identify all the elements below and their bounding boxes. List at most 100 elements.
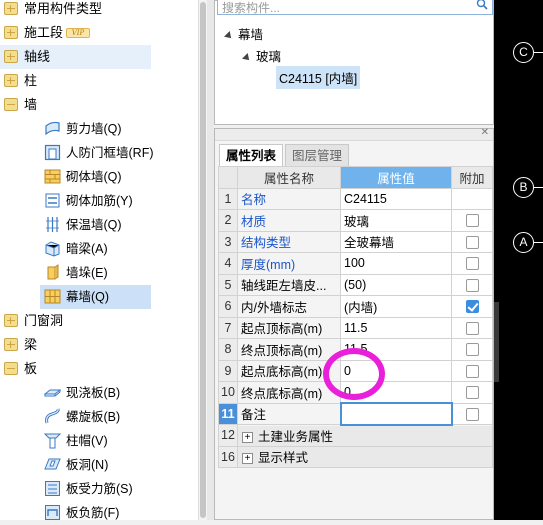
drawing-canvas[interactable]: C B A bbox=[494, 0, 543, 520]
extra-cell[interactable] bbox=[451, 381, 493, 404]
property-value-cell[interactable]: C24115 bbox=[340, 187, 452, 210]
expand-plus-icon[interactable]: + bbox=[242, 432, 253, 444]
extra-cell[interactable] bbox=[451, 230, 493, 253]
axis-marker-c[interactable]: C bbox=[513, 42, 534, 63]
header-extra: 附加 bbox=[451, 166, 493, 189]
tree-item-label: 砌体墙(Q) bbox=[66, 170, 122, 184]
search-icon[interactable] bbox=[476, 0, 488, 10]
tree-item-wall[interactable]: 墙 bbox=[0, 93, 198, 117]
property-value-cell[interactable]: (50) bbox=[340, 273, 452, 296]
civil-defense-door-frame-icon bbox=[44, 144, 61, 161]
extra-cell[interactable] bbox=[451, 295, 493, 318]
tree-item-slab-main-rebar[interactable]: 板受力筋(S) bbox=[0, 477, 198, 501]
tree-item-label: 门窗洞 bbox=[24, 313, 64, 328]
tree-item-axis[interactable]: 轴线 bbox=[0, 45, 151, 69]
tree-item-masonry-rebar[interactable]: 砌体加筋(Y) bbox=[0, 189, 198, 213]
extra-checkbox[interactable] bbox=[465, 235, 479, 249]
property-value-cell[interactable]: 100 bbox=[340, 252, 452, 275]
extra-checkbox[interactable] bbox=[465, 321, 479, 335]
extra-cell[interactable] bbox=[451, 187, 493, 210]
tree-node-glass[interactable]: 玻璃 bbox=[242, 46, 281, 65]
property-value-cell[interactable]: 玻璃 bbox=[340, 209, 452, 232]
tree-item-column-cap[interactable]: 柱帽(V) bbox=[0, 429, 198, 453]
expand-triangle-icon[interactable] bbox=[242, 52, 252, 63]
property-row[interactable]: 2 材质 玻璃 bbox=[218, 209, 493, 232]
extra-checkbox[interactable] bbox=[465, 300, 479, 314]
tree-item-slab-negative-rebar[interactable]: 板负筋(F) bbox=[0, 501, 198, 525]
property-group-row[interactable]: 16 + 显示样式 bbox=[218, 445, 493, 468]
extra-checkbox[interactable] bbox=[465, 278, 479, 292]
property-row[interactable]: 1 名称 C24115 bbox=[218, 187, 493, 210]
tree-item-spiral-slab[interactable]: 螺旋板(B) bbox=[0, 405, 198, 429]
property-row[interactable]: 11 备注 bbox=[218, 402, 493, 426]
extra-checkbox[interactable] bbox=[465, 364, 479, 378]
extra-cell[interactable] bbox=[451, 273, 493, 296]
axis-marker-a[interactable]: A bbox=[513, 232, 534, 253]
canvas-edge bbox=[494, 302, 499, 382]
property-group[interactable]: + 土建业务属性 bbox=[237, 424, 493, 447]
extra-cell[interactable] bbox=[451, 359, 493, 382]
extra-cell[interactable] bbox=[451, 209, 493, 232]
property-value-cell[interactable]: 全玻幕墙 bbox=[340, 230, 452, 253]
tree-item-construction-stage[interactable]: 施工段 VIP bbox=[0, 21, 198, 45]
extra-cell[interactable] bbox=[451, 252, 493, 275]
property-row[interactable]: 7 起点顶标高(m) 11.5 bbox=[218, 316, 493, 339]
extra-cell[interactable] bbox=[451, 316, 493, 339]
component-type-tree: 常用构件类型 施工段 VIP 轴线 柱 墙 剪力墙(Q) 人防门框墙(RF) 砌… bbox=[0, 0, 198, 520]
tree-scrollbar[interactable] bbox=[198, 0, 207, 520]
tree-item-label: 板受力筋(S) bbox=[66, 482, 133, 496]
property-group-row[interactable]: 12 + 土建业务属性 bbox=[218, 424, 493, 447]
tree-item-label: 施工段 bbox=[24, 25, 64, 40]
extra-checkbox[interactable] bbox=[465, 214, 479, 228]
expand-triangle-icon[interactable] bbox=[224, 30, 234, 41]
row-number: 8 bbox=[218, 338, 238, 361]
tree-item-beam[interactable]: 梁 bbox=[0, 333, 198, 357]
tree-node-c24115[interactable]: C24115 [内墙] bbox=[276, 66, 361, 89]
tree-item-slab[interactable]: 板 bbox=[0, 357, 198, 381]
tree-item-label: 墙垛(E) bbox=[66, 266, 108, 280]
masonry-wall-icon bbox=[44, 169, 61, 184]
tree-item-wall-pier[interactable]: 墙垛(E) bbox=[0, 261, 198, 285]
property-value-cell[interactable] bbox=[339, 402, 453, 426]
tab-property-list[interactable]: 属性列表 bbox=[219, 144, 284, 166]
panel-titlebar: ✕ bbox=[215, 127, 493, 141]
expand-plus-icon[interactable]: + bbox=[242, 453, 253, 465]
component-search-input[interactable]: 搜索构件... bbox=[217, 0, 493, 15]
tree-item-cast-slab[interactable]: 现浇板(B) bbox=[0, 381, 198, 405]
header-property-value: 属性值 bbox=[340, 166, 452, 189]
scrollbar-thumb[interactable] bbox=[200, 2, 206, 518]
property-value-cell[interactable]: (内墙) bbox=[340, 295, 452, 318]
tree-item-masonry-wall[interactable]: 砌体墙(Q) bbox=[0, 165, 198, 189]
tree-item-civil-defense-wall[interactable]: 人防门框墙(RF) bbox=[0, 141, 198, 165]
extra-cell[interactable] bbox=[451, 338, 493, 361]
extra-checkbox[interactable] bbox=[465, 386, 479, 400]
extra-cell[interactable] bbox=[451, 402, 493, 425]
property-group[interactable]: + 显示样式 bbox=[237, 445, 493, 468]
tree-item-curtain-wall[interactable]: 幕墙(Q) bbox=[40, 285, 151, 309]
tree-item-shear-wall[interactable]: 剪力墙(Q) bbox=[0, 117, 198, 141]
tree-item-insulation-wall[interactable]: 保温墙(Q) bbox=[0, 213, 198, 237]
tab-layer-management[interactable]: 图层管理 bbox=[285, 144, 350, 166]
tree-node-curtain-wall[interactable]: 幕墙 bbox=[224, 24, 263, 43]
tree-item-label: 螺旋板(B) bbox=[66, 410, 121, 424]
property-row[interactable]: 3 结构类型 全玻幕墙 bbox=[218, 230, 493, 253]
close-icon[interactable]: ✕ bbox=[481, 127, 489, 138]
slab-main-rebar-icon bbox=[45, 481, 60, 496]
panel-splitter[interactable] bbox=[207, 0, 214, 520]
property-row[interactable]: 5 轴线距左墙皮... (50) bbox=[218, 273, 493, 296]
extra-checkbox[interactable] bbox=[465, 407, 479, 421]
tree-item-hidden-beam[interactable]: 暗梁(A) bbox=[0, 237, 198, 261]
property-row[interactable]: 4 厚度(mm) 100 bbox=[218, 252, 493, 275]
tree-item-column[interactable]: 柱 bbox=[0, 69, 198, 93]
property-value-cell[interactable]: 11.5 bbox=[340, 316, 452, 339]
extra-checkbox[interactable] bbox=[465, 343, 479, 357]
tree-item-label: 现浇板(B) bbox=[66, 386, 121, 400]
tree-item-common-types[interactable]: 常用构件类型 bbox=[0, 0, 198, 21]
tree-item-door-window[interactable]: 门窗洞 bbox=[0, 309, 198, 333]
property-name: 内/外墙标志 bbox=[237, 295, 341, 318]
axis-marker-b[interactable]: B bbox=[513, 177, 534, 198]
extra-checkbox[interactable] bbox=[465, 257, 479, 271]
tree-item-slab-hole[interactable]: 板洞(N) bbox=[0, 453, 198, 477]
tree-item-label: 板洞(N) bbox=[66, 458, 109, 472]
property-row[interactable]: 6 内/外墙标志 (内墙) bbox=[218, 295, 493, 318]
